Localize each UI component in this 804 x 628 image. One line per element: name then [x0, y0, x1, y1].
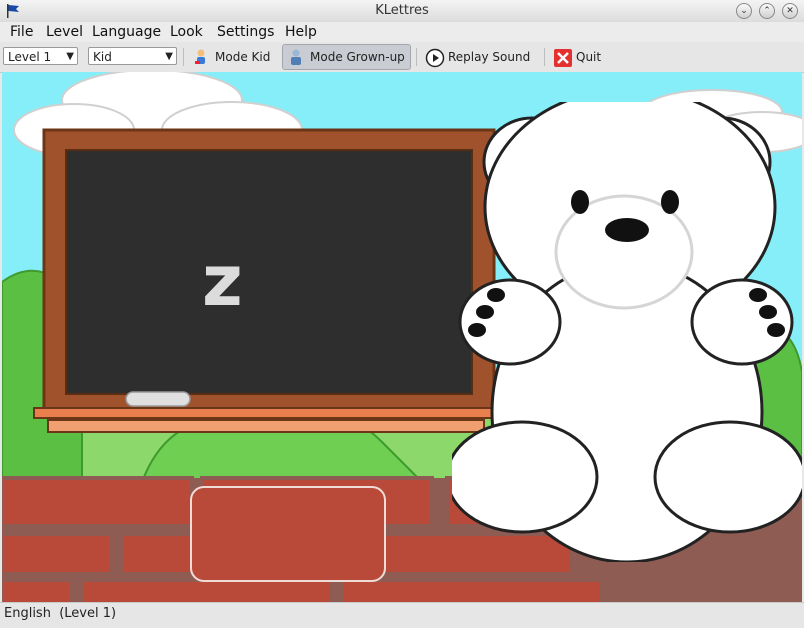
board-letter: z: [202, 240, 243, 322]
chalkboard: [33, 128, 501, 433]
menu-settings[interactable]: Settings: [217, 24, 274, 40]
mode-grownup-label: Mode Grown-up: [310, 50, 405, 64]
menu-look[interactable]: Look: [170, 24, 203, 40]
minimize-button[interactable]: ⌄: [736, 3, 752, 19]
replay-sound-button[interactable]: Replay Sound: [421, 44, 534, 70]
chalk-icon: [125, 391, 191, 407]
answer-input-box[interactable]: [190, 486, 386, 582]
menu-level[interactable]: Level: [46, 24, 83, 40]
mode-kid-label: Mode Kid: [215, 50, 271, 64]
chevron-down-icon: ▼: [66, 51, 74, 62]
mode-grownup-button[interactable]: Mode Grown-up: [282, 44, 411, 70]
look-combo-value: Kid: [93, 50, 112, 64]
quit-button[interactable]: Quit: [549, 44, 605, 70]
mode-kid-button[interactable]: Mode Kid: [188, 44, 274, 70]
status-level: (Level 1): [59, 606, 117, 621]
toolbar-separator: [416, 48, 417, 66]
game-scene: z: [2, 72, 802, 602]
chevron-down-icon: ▼: [165, 51, 173, 62]
toolbar-separator: [544, 48, 545, 66]
menu-language[interactable]: Language: [92, 24, 161, 40]
status-text: English (Level 1): [4, 606, 116, 621]
quit-icon: [553, 48, 572, 67]
toolbar-separator: [183, 48, 184, 66]
kid-icon: [192, 48, 210, 66]
maximize-button[interactable]: ⌃: [759, 3, 775, 19]
replay-sound-label: Replay Sound: [448, 50, 531, 64]
close-button[interactable]: ✕: [782, 3, 798, 19]
toolbar: Level 1 ▼ Kid ▼ Mode Kid Mode Grown-up R…: [0, 42, 804, 73]
status-bar: English (Level 1): [0, 602, 804, 628]
teddy-bear-icon: [452, 102, 802, 562]
window-title: KLettres: [375, 3, 429, 18]
status-language: English: [4, 606, 51, 621]
quit-label: Quit: [576, 50, 602, 64]
menu-bar: File Level Language Look Settings Help: [0, 22, 804, 42]
menu-file[interactable]: File: [10, 24, 33, 40]
title-bar: KLettres ⌄ ⌃ ✕: [0, 0, 804, 23]
level-combo-value: Level 1: [8, 50, 52, 64]
menu-help[interactable]: Help: [285, 24, 317, 40]
look-combo[interactable]: Kid ▼: [88, 47, 177, 65]
play-icon: [425, 48, 445, 68]
grownup-icon: [287, 48, 305, 66]
level-combo[interactable]: Level 1 ▼: [3, 47, 78, 65]
